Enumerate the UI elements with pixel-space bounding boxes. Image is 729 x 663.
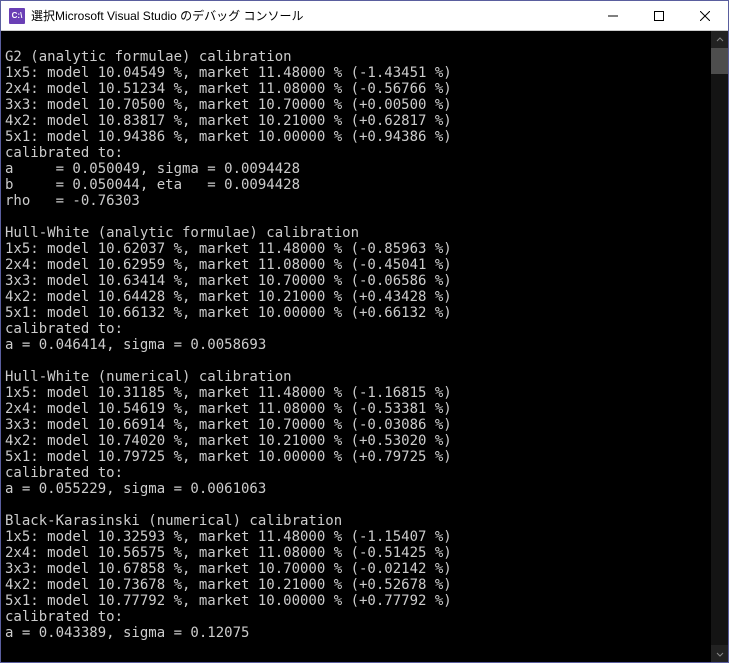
result-row: 1x5: model 10.32593 %, market 11.48000 %… [5,529,711,545]
calibrated-label: calibrated to: [5,321,711,337]
scroll-down-button[interactable] [711,645,728,662]
calibration-group: Black-Karasinski (numerical) calibration… [5,513,711,641]
calibrated-label: calibrated to: [5,609,711,625]
calibration-group: Hull-White (analytic formulae) calibrati… [5,225,711,353]
param-line: a = 0.055229, sigma = 0.0061063 [5,481,711,497]
result-row: 2x4: model 10.51234 %, market 11.08000 %… [5,81,711,97]
scroll-up-button[interactable] [711,31,728,48]
close-button[interactable] [682,1,728,31]
result-row: 1x5: model 10.31185 %, market 11.48000 %… [5,385,711,401]
result-row: 2x4: model 10.54619 %, market 11.08000 %… [5,401,711,417]
params-block: a = 0.046414, sigma = 0.0058693 [5,337,711,353]
group-heading: Black-Karasinski (numerical) calibration [5,513,711,529]
result-row: 2x4: model 10.56575 %, market 11.08000 %… [5,545,711,561]
maximize-icon [654,11,664,21]
calibrated-label: calibrated to: [5,145,711,161]
result-row: 5x1: model 10.79725 %, market 10.00000 %… [5,449,711,465]
result-row: 5x1: model 10.66132 %, market 10.00000 %… [5,305,711,321]
calibrated-label: calibrated to: [5,465,711,481]
window-title: 選択Microsoft Visual Studio のデバッグ コンソール [31,7,590,24]
group-heading: Hull-White (analytic formulae) calibrati… [5,225,711,241]
maximize-button[interactable] [636,1,682,31]
result-row: 3x3: model 10.67858 %, market 10.70000 %… [5,561,711,577]
param-line: rho = -0.76303 [5,193,711,209]
calibration-group: G2 (analytic formulae) calibration1x5: m… [5,49,711,209]
result-row: 3x3: model 10.63414 %, market 10.70000 %… [5,273,711,289]
result-row: 5x1: model 10.77792 %, market 10.00000 %… [5,593,711,609]
result-row: 5x1: model 10.94386 %, market 10.00000 %… [5,129,711,145]
group-heading: G2 (analytic formulae) calibration [5,49,711,65]
result-row: 4x2: model 10.64428 %, market 10.21000 %… [5,289,711,305]
param-line: b = 0.050044, eta = 0.0094428 [5,177,711,193]
scrollbar-track[interactable] [711,48,728,645]
result-row: 2x4: model 10.62959 %, market 11.08000 %… [5,257,711,273]
params-block: a = 0.050049, sigma = 0.0094428b = 0.050… [5,161,711,209]
result-row: 4x2: model 10.83817 %, market 10.21000 %… [5,113,711,129]
param-line: a = 0.043389, sigma = 0.12075 [5,625,711,641]
chevron-down-icon [716,650,724,658]
scrollbar-thumb[interactable] [711,48,728,74]
titlebar: C:\ 選択Microsoft Visual Studio のデバッグ コンソー… [1,1,728,31]
calibration-group: Hull-White (numerical) calibration1x5: m… [5,369,711,497]
group-heading: Hull-White (numerical) calibration [5,369,711,385]
close-icon [700,11,710,21]
param-line: a = 0.050049, sigma = 0.0094428 [5,161,711,177]
result-row: 4x2: model 10.74020 %, market 10.21000 %… [5,433,711,449]
vertical-scrollbar[interactable] [711,31,728,662]
client-area: G2 (analytic formulae) calibration1x5: m… [1,31,728,662]
minimize-button[interactable] [590,1,636,31]
result-row: 3x3: model 10.66914 %, market 10.70000 %… [5,417,711,433]
chevron-up-icon [716,36,724,44]
params-block: a = 0.055229, sigma = 0.0061063 [5,481,711,497]
console-output[interactable]: G2 (analytic formulae) calibration1x5: m… [1,31,711,662]
app-window: C:\ 選択Microsoft Visual Studio のデバッグ コンソー… [0,0,729,663]
params-block: a = 0.043389, sigma = 0.12075 [5,625,711,641]
result-row: 3x3: model 10.70500 %, market 10.70000 %… [5,97,711,113]
result-row: 4x2: model 10.73678 %, market 10.21000 %… [5,577,711,593]
result-row: 1x5: model 10.04549 %, market 11.48000 %… [5,65,711,81]
minimize-icon [608,11,618,21]
result-row: 1x5: model 10.62037 %, market 11.48000 %… [5,241,711,257]
app-icon: C:\ [9,8,25,24]
param-line: a = 0.046414, sigma = 0.0058693 [5,337,711,353]
